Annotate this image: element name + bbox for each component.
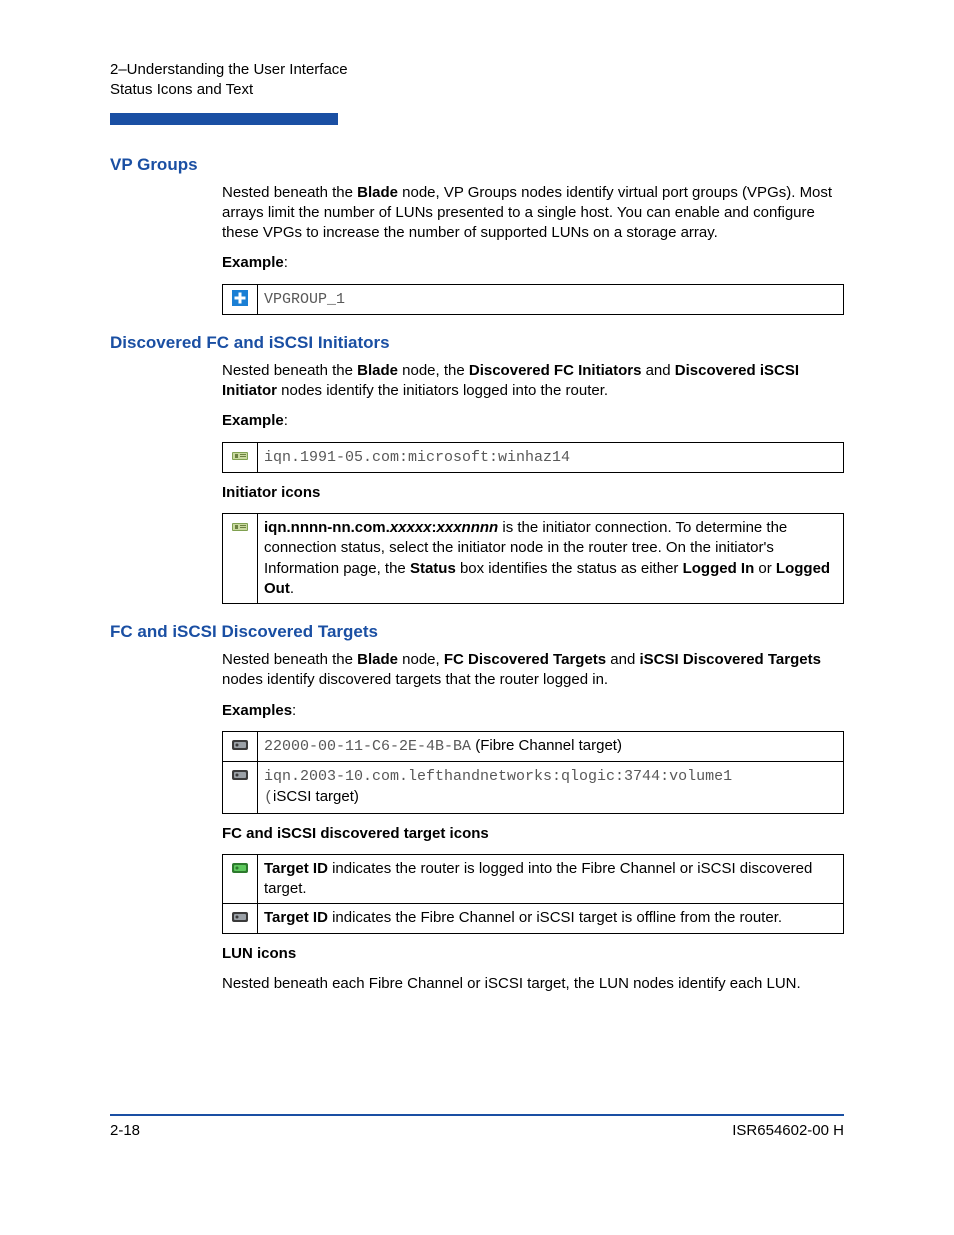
initiator-icons-box: iqn.nnnn-nn.com.xxxxx:xxxnnnn is the ini…	[222, 513, 844, 604]
heading-vp-groups: VP Groups	[110, 155, 844, 175]
section-vp-groups: Nested beneath the Blade node, VP Groups…	[222, 183, 844, 315]
vp-description: Nested beneath the Blade node, VP Groups…	[222, 183, 844, 244]
initiators-description: Nested beneath the Blade node, the Disco…	[222, 361, 844, 402]
disk-offline-icon	[232, 767, 248, 781]
initiator-card-icon	[232, 519, 248, 533]
plus-icon	[232, 290, 248, 304]
heading-disc-targets: FC and iSCSI Discovered Targets	[110, 622, 844, 642]
header-section: Status Icons and Text	[110, 80, 844, 100]
target-online-desc: Target ID indicates the router is logged…	[258, 854, 844, 904]
example-label: Example:	[222, 253, 844, 273]
page-footer: 2-18 ISR654602-00 H	[110, 1114, 844, 1139]
lun-description: Nested beneath each Fibre Channel or iSC…	[222, 974, 844, 994]
page-number: 2-18	[110, 1122, 140, 1139]
vp-example-box: VPGROUP_1	[222, 284, 844, 315]
disk-offline-icon	[232, 737, 248, 751]
target-offline-icon-cell	[223, 904, 258, 933]
vp-example-value: VPGROUP_1	[258, 284, 844, 314]
disk-offline-icon	[232, 909, 248, 923]
target-example-fc: 22000-00-11-C6-2E-4B-BA (Fibre Channel t…	[258, 731, 844, 761]
page-header: 2–Understanding the User Interface Statu…	[110, 60, 844, 101]
target-offline-desc: Target ID indicates the Fibre Channel or…	[258, 904, 844, 933]
target-icon-cell	[223, 762, 258, 814]
targets-description: Nested beneath the Blade node, FC Discov…	[222, 650, 844, 691]
target-online-icon-cell	[223, 854, 258, 904]
doc-id: ISR654602-00 H	[732, 1122, 844, 1139]
section-disc-initiators: Nested beneath the Blade node, the Disco…	[222, 361, 844, 604]
initiator-icons-label: Initiator icons	[222, 483, 844, 503]
initiator-example-box: iqn.1991-05.com:microsoft:winhaz14	[222, 442, 844, 473]
target-icons-label: FC and iSCSI discovered target icons	[222, 824, 844, 844]
initiator-icon-cell	[223, 442, 258, 472]
heading-disc-initiators: Discovered FC and iSCSI Initiators	[110, 333, 844, 353]
target-example-iscsi: iqn.2003-10.com.lefthandnetworks:qlogic:…	[258, 762, 844, 814]
section-disc-targets: Nested beneath the Blade node, FC Discov…	[222, 650, 844, 994]
initiator-card-icon	[232, 448, 248, 462]
plus-icon-cell	[223, 284, 258, 314]
example-label: Example:	[222, 411, 844, 431]
header-rule	[110, 113, 338, 125]
initiator-icon-cell	[223, 514, 258, 604]
header-chapter: 2–Understanding the User Interface	[110, 60, 844, 80]
targets-examples-box: 22000-00-11-C6-2E-4B-BA (Fibre Channel t…	[222, 731, 844, 814]
initiator-icon-desc: iqn.nnnn-nn.com.xxxxx:xxxnnnn is the ini…	[258, 514, 844, 604]
document-page: 2–Understanding the User Interface Statu…	[0, 0, 954, 1235]
disk-online-icon	[232, 860, 248, 874]
target-icons-box: Target ID indicates the router is logged…	[222, 854, 844, 934]
initiator-example-value: iqn.1991-05.com:microsoft:winhaz14	[258, 442, 844, 472]
target-icon-cell	[223, 731, 258, 761]
lun-icons-label: LUN icons	[222, 944, 844, 964]
examples-label: Examples:	[222, 701, 844, 721]
